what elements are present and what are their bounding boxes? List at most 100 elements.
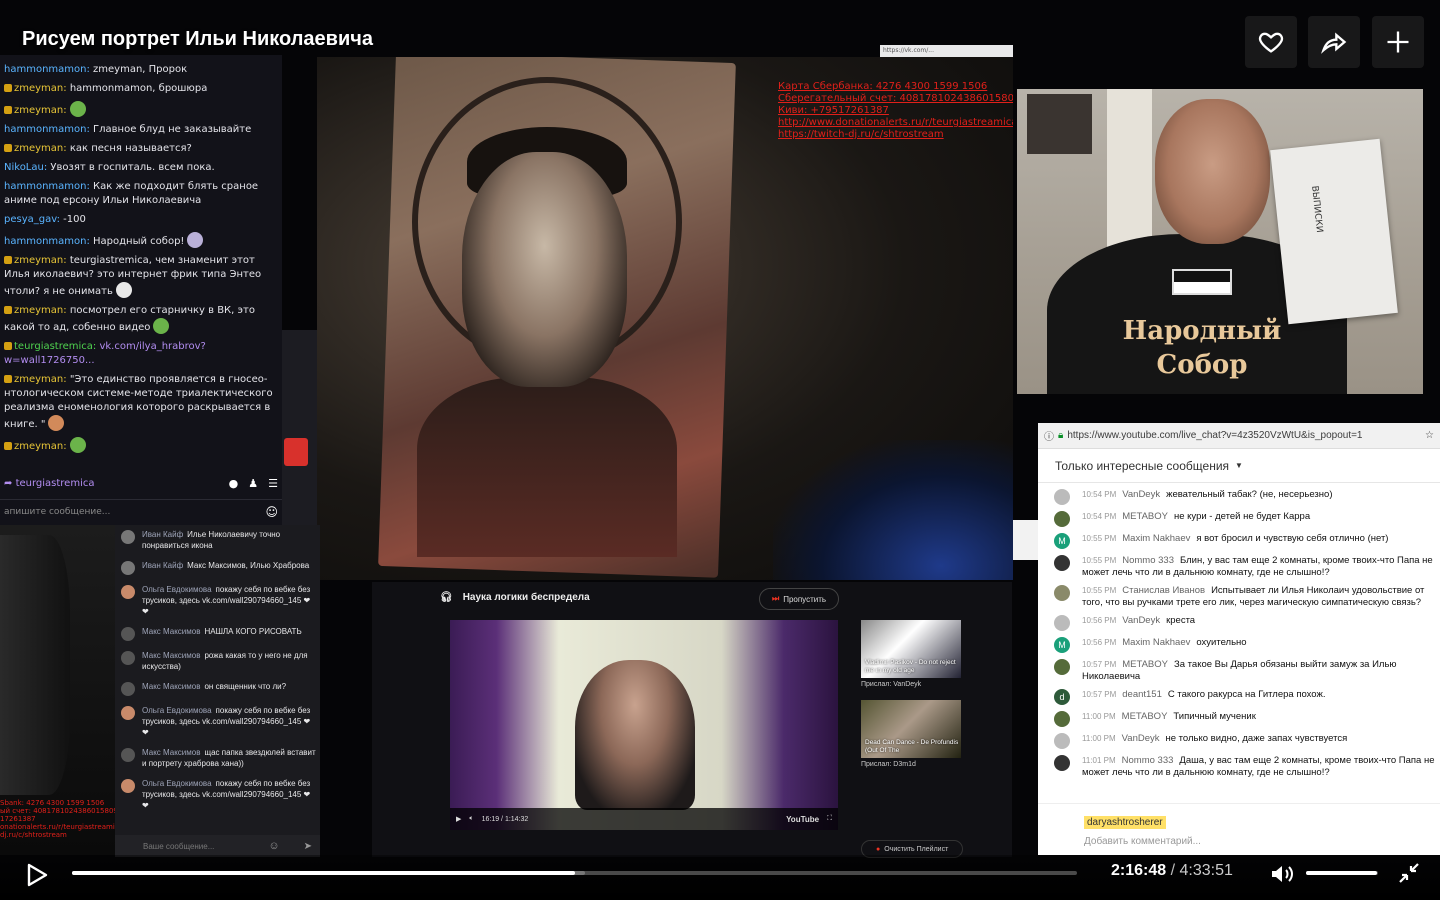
avatar[interactable] (1054, 555, 1070, 571)
avatar[interactable] (121, 561, 135, 575)
avatar[interactable] (1054, 489, 1070, 505)
author-name[interactable]: Ольга Евдокимова (142, 706, 212, 715)
author-name[interactable]: Макс Максимов (142, 651, 200, 660)
chat-username[interactable]: zmeyman: (14, 143, 67, 154)
avatar[interactable] (121, 530, 135, 544)
queue-item[interactable]: Dead Can Dance - De Profundis (Out Of Th… (861, 700, 961, 768)
avatar[interactable] (1054, 615, 1070, 631)
fullscreen-icon[interactable]: ⛶ (827, 815, 832, 823)
vk-message: Иван Кайф Макс Максимов, Илью Храброва (115, 560, 320, 575)
comment-box[interactable]: daryashtrosherer Добавить комментарий... (1038, 803, 1440, 855)
seek-bar[interactable] (72, 871, 1077, 875)
chat-username[interactable]: hammonmamon: (4, 124, 90, 135)
avatar[interactable]: M (1054, 637, 1070, 653)
author-name[interactable]: Maxim Nakhaev (1122, 637, 1190, 648)
avatar[interactable] (121, 627, 135, 641)
avatar[interactable] (121, 779, 135, 793)
volume-button[interactable] (1270, 863, 1294, 885)
author-name[interactable]: Иван Кайф (142, 561, 183, 570)
donation-link[interactable]: http://www.donationalerts.ru/r/teurgiast… (778, 117, 1013, 129)
author-name[interactable]: Макс Максимов (142, 682, 200, 691)
star-icon[interactable]: ☆ (1425, 430, 1434, 441)
author-name[interactable]: VanDeyk (1122, 489, 1160, 500)
play-button[interactable] (26, 863, 48, 887)
chat-username[interactable]: zmeyman: (14, 105, 67, 116)
avatar[interactable] (1054, 755, 1070, 771)
url-text[interactable]: https://www.youtube.com/live_chat?v=4z35… (1067, 430, 1362, 441)
emoji-icon[interactable]: ☺ (268, 840, 279, 852)
message-text: Типичный мученик (1173, 711, 1256, 722)
author-name[interactable]: Макс Максимов (142, 627, 200, 636)
avatar[interactable] (121, 706, 135, 720)
exit-fullscreen-button[interactable] (1398, 862, 1420, 884)
chat-username[interactable]: hammonmamon: (4, 236, 90, 247)
info-icon[interactable]: ⓘ (1044, 428, 1054, 443)
avatar[interactable]: M (1054, 533, 1070, 549)
avatar[interactable] (121, 682, 135, 696)
play-icon[interactable]: ▶ (456, 815, 461, 823)
twitch-chat[interactable]: hammonmamon: zmeyman, Пророк zmeyman: ham… (0, 55, 282, 525)
emoji-icon[interactable]: ☺ (265, 505, 278, 519)
skip-button[interactable]: ⏭ Пропустить (759, 588, 840, 610)
twitch-message-input[interactable]: апишите сообщение... ☺ (0, 499, 282, 523)
url-bar[interactable]: ⓘ 🔒︎ https://www.youtube.com/live_chat?v… (1038, 423, 1440, 449)
share-button[interactable] (1308, 16, 1360, 68)
chat-username[interactable]: zmeyman: (14, 83, 67, 94)
donation-line: Sbank: 4276 4300 1599 1506 (0, 799, 105, 807)
author-name[interactable]: METABOY (1122, 511, 1168, 522)
vk-message-input[interactable]: Ваше сообщение... ☺ ➤ (115, 835, 320, 857)
add-comment-input[interactable]: Добавить комментарий... (1084, 836, 1440, 847)
queue-item[interactable]: Vladimir Pasikov - Do not reject me in m… (861, 620, 961, 688)
message-time: 10:55 PM (1082, 534, 1117, 543)
author-name[interactable]: Ольга Евдокимова (142, 585, 212, 594)
chat-username[interactable]: teurgiastremica: (14, 341, 96, 352)
author-name[interactable]: Макс Максимов (142, 748, 200, 757)
author-name[interactable]: METABOY (1122, 711, 1168, 722)
author-name[interactable]: Maxim Nakhaev (1122, 533, 1190, 544)
youtube-chat-popout[interactable]: ⓘ 🔒︎ https://www.youtube.com/live_chat?v… (1038, 423, 1440, 855)
author-name[interactable]: METABOY (1122, 659, 1168, 670)
avatar[interactable]: d (1054, 689, 1070, 705)
avatar[interactable] (121, 585, 135, 599)
author-name[interactable]: deant151 (1122, 689, 1162, 700)
volume-icon[interactable]: 🔈︎ (469, 815, 473, 823)
author-name[interactable]: VanDeyk (1122, 615, 1160, 626)
author-name[interactable]: Иван Кайф (142, 530, 183, 539)
twitch-message: pesya_gav: -100 (4, 213, 278, 227)
add-button[interactable] (1372, 16, 1424, 68)
avatar[interactable] (1054, 511, 1070, 527)
send-icon[interactable]: ➤ (304, 841, 312, 852)
playlist-player[interactable]: 🎧︎ Наука логики беспредела ⏭ Пропустить ▶… (372, 582, 1012, 858)
video-player[interactable]: Рисуем портрет Ильи Николаевича hammonma… (0, 0, 1440, 900)
volume-slider[interactable] (1306, 871, 1378, 875)
playlist-video[interactable]: ▶ 🔈︎ 16:19 / 1:14:32 YouTube ⛶ (450, 620, 838, 830)
author-name[interactable]: Nommo 333 (1122, 755, 1174, 766)
author-name[interactable]: Nommo 333 (1122, 555, 1174, 566)
avatar[interactable] (1054, 733, 1070, 749)
vk-chat[interactable]: Иван Кайф Илье Николаевичу точно понравит… (115, 525, 320, 857)
chat-username[interactable]: hammonmamon: (4, 64, 90, 75)
chat-username[interactable]: zmeyman: (14, 374, 67, 385)
chat-username[interactable]: zmeyman: (14, 441, 67, 452)
channel-name[interactable]: teurgiastremica (16, 477, 95, 491)
author-name[interactable]: VanDeyk (1122, 733, 1160, 744)
chat-filter-dropdown[interactable]: Только интересные сообщения ▼ (1038, 449, 1440, 483)
avatar[interactable] (1054, 711, 1070, 727)
points-icon[interactable]: ● (229, 477, 239, 491)
author-name[interactable]: Ольга Евдокимова (142, 779, 212, 788)
avatar[interactable] (121, 748, 135, 762)
author-name[interactable]: Станислав Иванов (1122, 585, 1205, 596)
avatar[interactable] (1054, 585, 1070, 601)
user-icon[interactable]: ♟ (248, 477, 258, 491)
avatar[interactable] (121, 651, 135, 665)
like-button[interactable] (1245, 16, 1297, 68)
avatar[interactable] (1054, 659, 1070, 675)
donation-link[interactable]: https://twitch-dj.ru/c/shtrostream (778, 129, 1013, 141)
menu-icon[interactable]: ☰ (268, 477, 278, 491)
chat-username[interactable]: pesya_gav: (4, 214, 60, 225)
chat-username[interactable]: zmeyman: (14, 305, 67, 316)
chat-username[interactable]: NikoLau: (4, 162, 47, 173)
youtube-logo[interactable]: YouTube (786, 815, 819, 824)
chat-username[interactable]: zmeyman: (14, 255, 67, 266)
chat-username[interactable]: hammonmamon: (4, 181, 90, 192)
